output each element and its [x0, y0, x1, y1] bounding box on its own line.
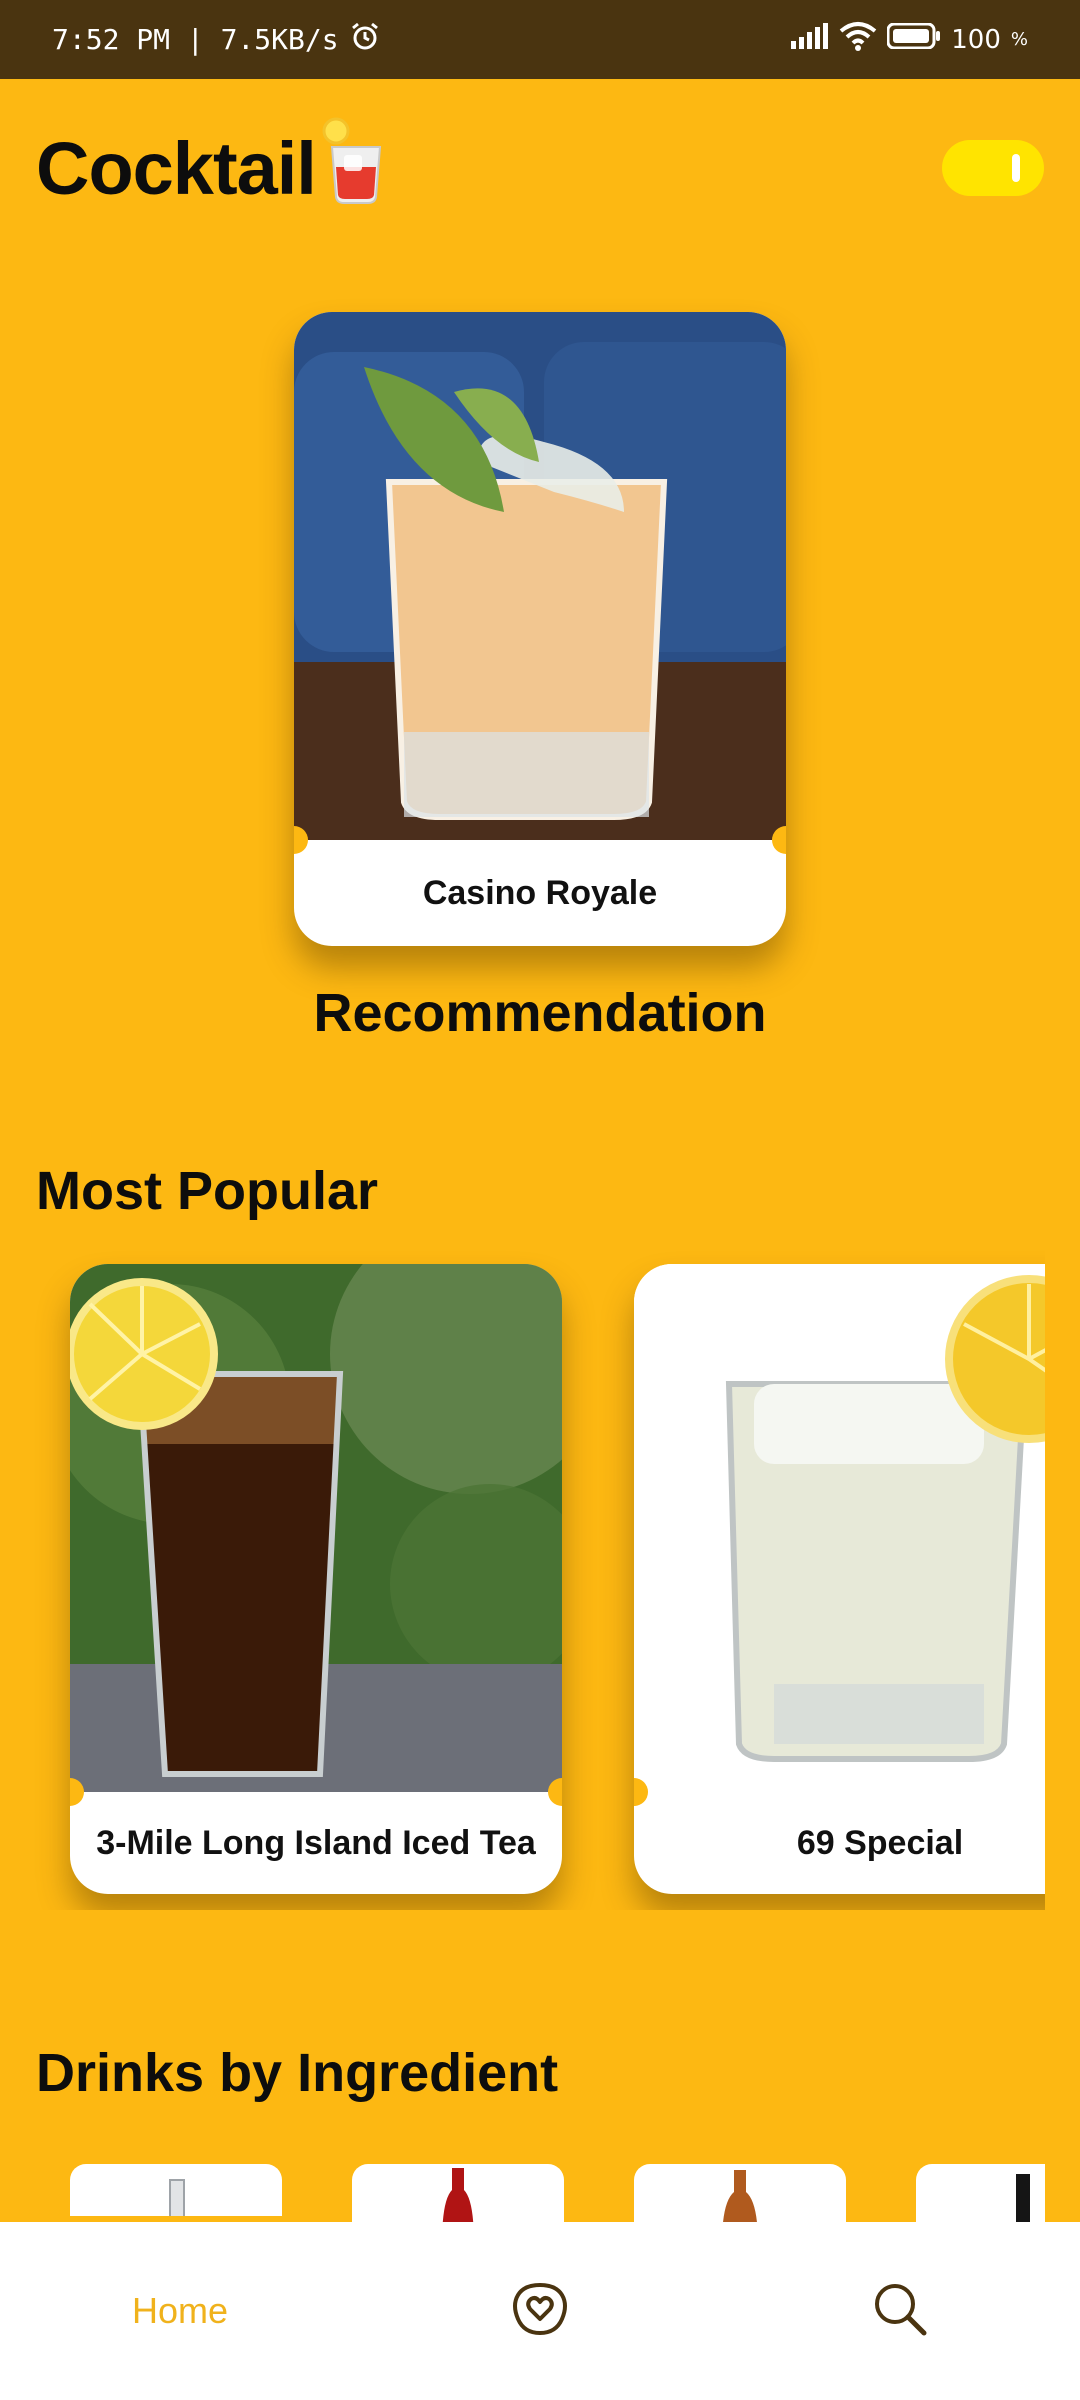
recommendation-label: Recommendation — [313, 983, 767, 1043]
recommendation-card[interactable]: Casino Royale — [294, 312, 786, 946]
vodka-bottle-icon — [169, 2179, 185, 2222]
casino-royale-photo — [294, 312, 786, 840]
popular-card-caption: 3-Mile Long Island Iced Tea — [70, 1792, 562, 1894]
cocktail-glass-icon — [322, 117, 390, 212]
most-popular-carousel[interactable]: 3-Mile Long Island Iced Tea 69 Special — [0, 1230, 1045, 1910]
status-time-speed: 7:52 PM | 7.5KB/s — [52, 23, 339, 56]
ingredient-card[interactable] — [352, 2164, 564, 2222]
dark-bottle-icon — [1016, 2174, 1030, 2222]
popular-drink-name: 69 Special — [796, 1823, 964, 1862]
ingredients-carousel[interactable] — [0, 2160, 1045, 2222]
red-liqueur-bottle-icon — [442, 2168, 474, 2222]
bottom-nav: Home — [0, 2216, 1080, 2400]
popular-card[interactable]: 3-Mile Long Island Iced Tea — [70, 1264, 562, 1894]
ingredient-card[interactable] — [916, 2164, 1045, 2222]
nav-search[interactable] — [720, 2222, 1080, 2400]
nav-home[interactable]: Home — [0, 2222, 360, 2400]
popular-card-caption: 69 Special — [634, 1792, 1045, 1894]
signal-icon — [791, 23, 829, 56]
recommendation-drink-name: Casino Royale — [422, 873, 658, 912]
ingredient-card[interactable] — [634, 2164, 846, 2222]
theme-toggle[interactable] — [942, 140, 1044, 196]
battery-level: 100 — [951, 24, 1001, 55]
status-bar: 7:52 PM | 7.5KB/s 100 % — [0, 0, 1080, 79]
69-special-photo — [634, 1264, 1045, 1792]
alarm-icon — [349, 20, 381, 59]
ingredient-card[interactable] — [70, 2164, 282, 2222]
search-icon — [870, 2279, 930, 2344]
toggle-knob — [1012, 154, 1020, 182]
battery-icon — [886, 22, 941, 56]
app-header: Cocktail — [36, 117, 1044, 218]
most-popular-title: Most Popular — [36, 1161, 379, 1221]
recommendation-card-caption: Casino Royale — [294, 840, 786, 946]
popular-drink-name: 3-Mile Long Island Iced Tea — [96, 1823, 536, 1862]
heart-badge-icon — [510, 2279, 570, 2344]
popular-card[interactable]: 69 Special — [634, 1264, 1045, 1894]
app-title: Cocktail — [36, 126, 317, 210]
battery-percent-sign: % — [1010, 29, 1028, 50]
nav-home-label: Home — [131, 2290, 229, 2331]
brandy-bottle-icon — [723, 2170, 757, 2222]
wifi-icon — [839, 21, 877, 58]
nav-favorites[interactable] — [360, 2222, 720, 2400]
long-island-iced-tea-photo — [70, 1264, 562, 1792]
ingredients-title: Drinks by Ingredient — [36, 2043, 559, 2103]
